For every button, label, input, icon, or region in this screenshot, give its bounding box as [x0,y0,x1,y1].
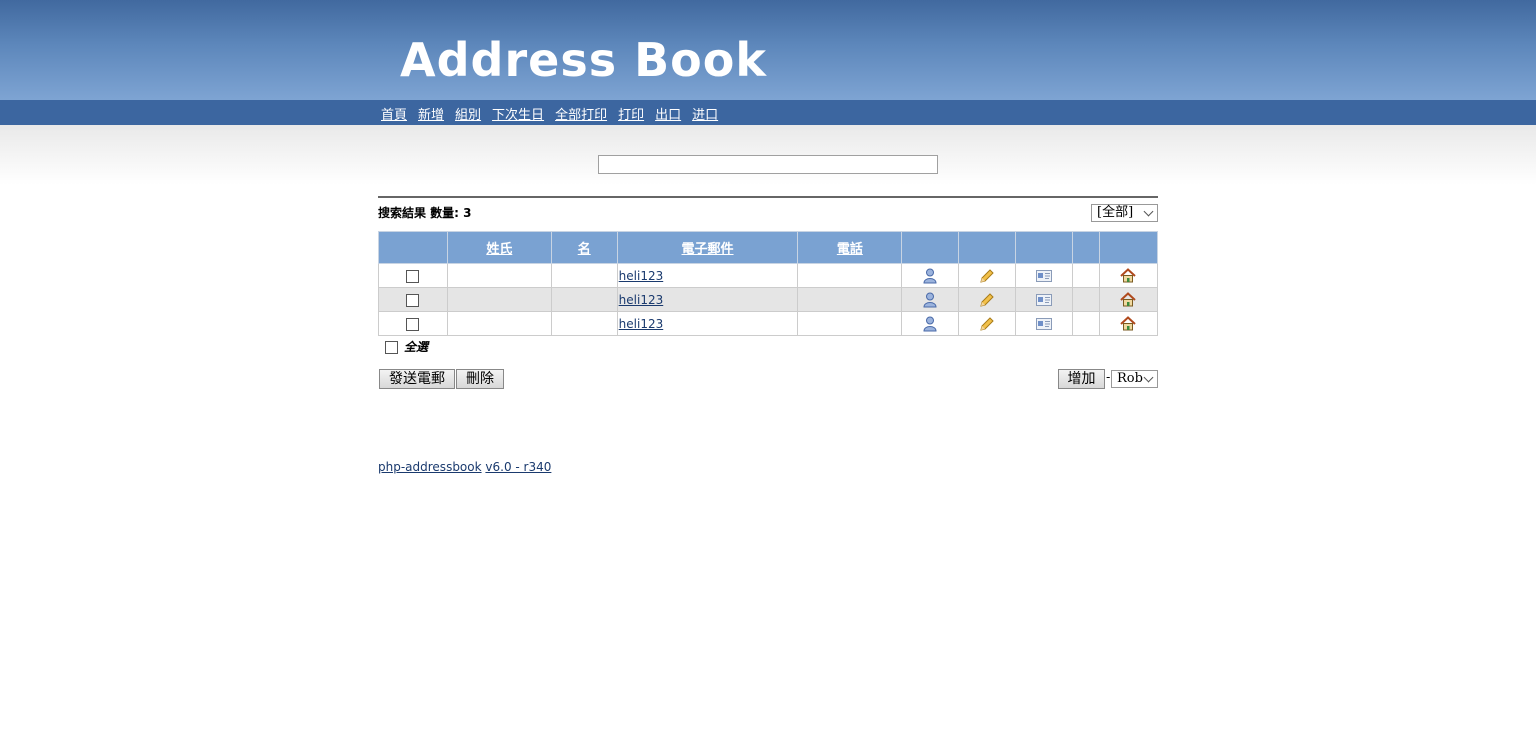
search-input[interactable] [598,155,938,174]
select-all-label: 全選 [404,340,429,354]
details-cell [901,311,960,336]
app-name-link[interactable]: php-addressbook [378,460,482,474]
contacts-table: 姓氏 名 電子郵件 電話 heli123 heli123 heli123 [378,231,1159,336]
add-to-group-value: Rob [1117,371,1143,386]
nav-home-link[interactable]: 首頁 [381,108,407,123]
row-select-cell [378,287,448,312]
email-cell: heli123 [616,263,799,288]
row-checkbox[interactable] [406,269,420,283]
footer: php-addressbook v6.0 - r340 [378,460,551,474]
app-logo: Address Book [400,33,767,87]
vcard-icon[interactable] [1036,270,1053,282]
nav-birthdays-link[interactable]: 下次生日 [492,108,544,123]
nav-menu: 首頁 新增 組別 下次生日 全部打印 打印 出口 进口 [381,104,729,124]
select-all: 全選 [385,338,428,355]
version-link[interactable]: v6.0 - r340 [485,460,551,474]
chevron-down-icon [1143,372,1154,383]
result-count: 搜索結果 數量: 3 [378,206,472,220]
vcard-cell [1015,263,1074,288]
home-icon[interactable] [1120,268,1137,283]
first-name-cell [550,263,618,288]
chevron-down-icon [1143,206,1154,217]
nav-print-all-link[interactable]: 全部打印 [555,108,607,123]
row-select-cell [378,263,448,288]
pencil-icon[interactable] [979,316,995,332]
home-icon[interactable] [1120,316,1137,331]
header-edit [958,231,1017,264]
first-name-cell [550,311,618,336]
nav-print-link[interactable]: 打印 [618,108,644,123]
vcard-icon[interactable] [1036,318,1053,330]
header-select [378,231,448,264]
sort-last-name-link[interactable]: 姓氏 [486,242,512,257]
edit-cell [958,311,1017,336]
sort-phone-link[interactable]: 電話 [837,242,863,257]
email-link[interactable]: heli123 [619,269,664,283]
group-select[interactable]: [全部] [1091,204,1158,222]
add-to-group-select[interactable]: Rob [1111,370,1158,388]
nav-bar: 首頁 新增 組別 下次生日 全部打印 打印 出口 进口 [0,100,1536,125]
extra-cell [1072,311,1100,336]
group-select-value: [全部] [1097,205,1134,220]
nav-import-link[interactable]: 进口 [692,108,718,123]
header-home [1098,231,1159,264]
header-last-name[interactable]: 姓氏 [446,231,552,264]
separator: - [1106,370,1111,384]
details-cell [901,287,960,312]
header-first-name[interactable]: 名 [550,231,618,264]
select-all-checkbox[interactable] [385,341,398,354]
sort-first-name-link[interactable]: 名 [578,242,591,257]
table-row: heli123 [378,287,1159,312]
last-name-cell [446,311,552,336]
row-checkbox[interactable] [406,317,420,331]
table-row: heli123 [378,311,1159,336]
pencil-icon[interactable] [979,268,995,284]
nav-export-link[interactable]: 出口 [655,108,681,123]
edit-cell [958,287,1017,312]
nav-groups-link[interactable]: 組別 [455,108,481,123]
email-link[interactable]: heli123 [619,293,664,307]
email-link[interactable]: heli123 [619,317,664,331]
home-cell [1098,287,1159,312]
home-cell [1098,311,1159,336]
phone-cell [797,311,903,336]
header-extra [1072,231,1100,264]
details-cell [901,263,960,288]
row-select-cell [378,311,448,336]
vcard-cell [1015,311,1074,336]
header-phone[interactable]: 電話 [797,231,903,264]
divider [378,196,1158,198]
sort-email-link[interactable]: 電子郵件 [682,242,734,257]
header-email[interactable]: 電子郵件 [616,231,799,264]
vcard-cell [1015,287,1074,312]
header-details [901,231,960,264]
header-banner: Address Book [0,0,1536,100]
email-cell: heli123 [616,311,799,336]
phone-cell [797,287,903,312]
table-row: heli123 [378,263,1159,288]
table-header-row: 姓氏 名 電子郵件 電話 [378,231,1159,264]
pencil-icon[interactable] [979,292,995,308]
row-checkbox[interactable] [406,293,420,307]
delete-button[interactable]: 刪除 [456,369,504,389]
edit-cell [958,263,1017,288]
last-name-cell [446,287,552,312]
nav-add-link[interactable]: 新增 [418,108,444,123]
add-to-group-button[interactable]: 增加 [1058,369,1105,389]
email-cell: heli123 [616,287,799,312]
header-vcard [1015,231,1074,264]
person-icon[interactable] [923,268,937,284]
home-icon[interactable] [1120,292,1137,307]
last-name-cell [446,263,552,288]
vcard-icon[interactable] [1036,294,1053,306]
first-name-cell [550,287,618,312]
phone-cell [797,263,903,288]
extra-cell [1072,287,1100,312]
extra-cell [1072,263,1100,288]
person-icon[interactable] [923,292,937,308]
person-icon[interactable] [923,316,937,332]
home-cell [1098,263,1159,288]
send-email-button[interactable]: 發送電郵 [379,369,455,389]
